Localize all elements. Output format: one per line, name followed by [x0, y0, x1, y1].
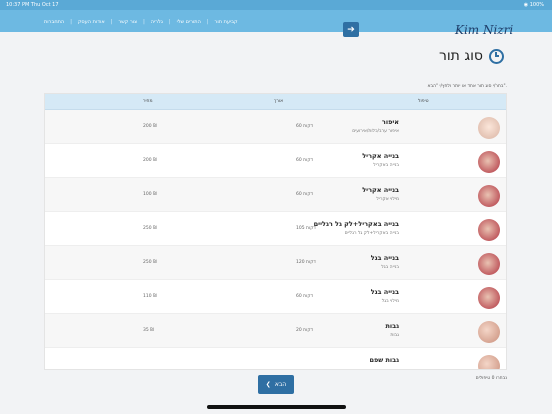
brand-logo: Kim Nizri: [455, 23, 514, 37]
table-header: טיפול אורך מחיר: [45, 94, 506, 110]
nav-link-about[interactable]: אודות העסק: [78, 19, 105, 25]
treatment-price: 250 ₪: [143, 226, 157, 231]
treatment-price: 100 ₪: [143, 192, 157, 197]
treatment-length: 20 דקות: [296, 328, 314, 333]
nav-link-my-appointments[interactable]: התורים שלי: [177, 19, 201, 25]
table-row[interactable]: בנייה אקריל מילוי אקריל 60 דקות 100 ₪: [45, 178, 506, 212]
top-navbar: התחברות | אודות העסק | צור קשר | גלריה |…: [0, 10, 552, 37]
table-row[interactable]: בנייה בגל בנייה בגל 120 דקות 250 ₪: [45, 246, 506, 280]
treatment-name: גבות שפם: [369, 356, 399, 364]
treatment-price: 110 ₪: [143, 294, 157, 299]
treatment-name: בנייה אקריל: [362, 152, 399, 160]
nav-separator: |: [143, 19, 145, 25]
treatment-thumbnail: [478, 287, 500, 309]
treatment-thumbnail: [478, 151, 500, 173]
treatment-thumbnail: [478, 321, 500, 343]
table-row[interactable]: גבות שפם: [45, 348, 506, 369]
treatment-description: בנייה בגל: [381, 265, 399, 270]
treatment-description: מילוי בגל: [381, 299, 399, 304]
treatment-thumbnail: [478, 185, 500, 207]
instructions-text: בחר/י סוג תור אחד או יותר ולחץ/י "הבא".: [427, 84, 507, 89]
nav-link-connect[interactable]: התחברות: [44, 19, 64, 25]
treatment-name: בנייה באקריל+לק גל רגליים: [313, 220, 399, 228]
page-header: סוג תור: [439, 48, 504, 64]
next-button[interactable]: ❮ הבא: [258, 375, 294, 394]
treatment-length: 60 דקות: [296, 192, 314, 197]
treatment-description: בנייה באקריל+לק גל רגליים: [344, 231, 399, 236]
status-bar: 10:37 PM Thu Oct 17 ◉ 100%: [0, 0, 552, 10]
table-row[interactable]: איפור איפור ערב/כלות/אירועים 60 דקות 200…: [45, 110, 506, 144]
treatment-name: בנייה בגל: [370, 254, 399, 262]
column-header-length: אורך: [274, 99, 284, 104]
nav-separator: |: [70, 19, 72, 25]
nav-link-book-appointment[interactable]: קביעת תור: [215, 19, 238, 25]
treatment-description: גבות: [390, 333, 399, 338]
chevron-left-icon: ❮: [265, 381, 271, 388]
logout-arrow-button[interactable]: ➔: [343, 22, 359, 37]
next-button-label: הבא: [274, 381, 287, 388]
treatment-price: 200 ₪: [143, 124, 157, 129]
table-row[interactable]: בנייה אקריל בנייה באקריל 60 דקות 200 ₪: [45, 144, 506, 178]
treatment-description: איפור ערב/כלות/אירועים: [352, 129, 399, 134]
status-time: 10:37 PM Thu Oct 17: [6, 2, 59, 8]
treatment-name: איפור: [381, 118, 399, 126]
treatment-price: 200 ₪: [143, 158, 157, 163]
nav-separator: |: [168, 19, 171, 25]
nav-link-gallery[interactable]: גלריה: [151, 19, 163, 25]
nav-links: התחברות | אודות העסק | צור קשר | גלריה |…: [44, 17, 238, 27]
treatment-name: בנייה בגל: [370, 288, 399, 296]
table-row[interactable]: בנייה בגל מילוי בגל 60 דקות 110 ₪: [45, 280, 506, 314]
treatment-price: 35 ₪: [143, 328, 154, 333]
selected-count: נבחרו 0 טיפולים: [475, 376, 507, 381]
treatment-price: 250 ₪: [143, 260, 157, 265]
home-indicator: [207, 405, 346, 409]
treatment-description: בנייה באקריל: [373, 163, 399, 168]
battery-indicator: ◉ 100%: [523, 2, 544, 8]
nav-separator: |: [206, 19, 209, 25]
treatment-description: מילוי אקריל: [376, 197, 399, 202]
clock-icon: [489, 48, 504, 64]
treatment-thumbnail: [478, 117, 500, 139]
treatment-length: 60 דקות: [296, 124, 314, 129]
treatment-length: 60 דקות: [296, 294, 314, 299]
treatments-table: טיפול אורך מחיר איפור איפור ערב/כלות/איר…: [44, 93, 507, 370]
treatment-length: 120 דקות: [296, 260, 316, 265]
page-title: סוג תור: [438, 48, 483, 64]
nav-link-contact[interactable]: צור קשר: [118, 19, 137, 25]
table-row[interactable]: בנייה באקריל+לק גל רגליים בנייה באקריל+ל…: [45, 212, 506, 246]
treatment-thumbnail: [478, 253, 500, 275]
treatment-length: 105 דקות: [296, 226, 316, 231]
treatment-name: בנייה אקריל: [362, 186, 399, 194]
treatment-thumbnail: [478, 219, 500, 241]
treatment-thumbnail: [478, 355, 500, 369]
column-header-price: מחיר: [143, 99, 153, 104]
treatment-name: גבות: [385, 322, 399, 330]
column-header-treatment: טיפול: [418, 99, 429, 104]
table-row[interactable]: גבות גבות 20 דקות 35 ₪: [45, 314, 506, 348]
treatment-length: 60 דקות: [296, 158, 314, 163]
nav-separator: |: [110, 19, 113, 25]
